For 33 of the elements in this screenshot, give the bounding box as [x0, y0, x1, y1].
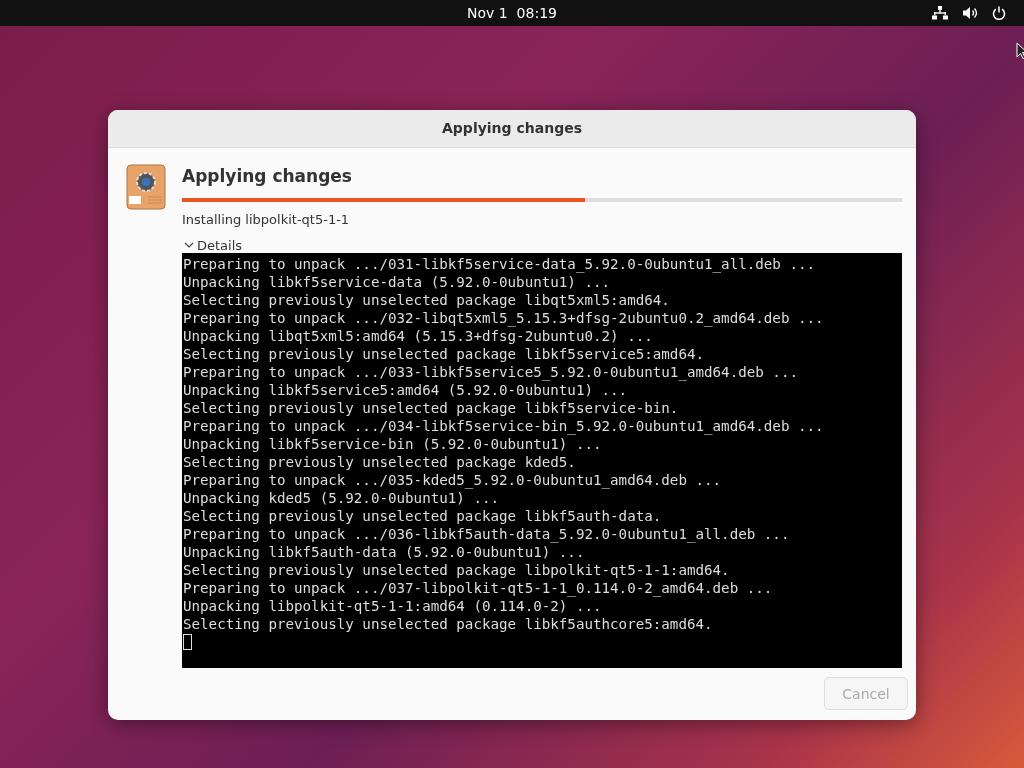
terminal-line: Unpacking kded5 (5.92.0-0ubuntu1) ...: [183, 489, 501, 507]
terminal-line: Selecting previously unselected package kded5.: [183, 452, 577, 471]
terminal-line: Preparing to unpack .../036-libkf5auth-data_5.92.0-0ubuntu1_all.deb ...: [183, 524, 791, 543]
window-title: Applying changes: [442, 120, 582, 137]
terminal-line: Preparing to unpack .../037-libpolkit-qt5-1-1_0.114.0-2_amd64.deb ...: [183, 578, 774, 597]
package-icon: [126, 163, 166, 210]
power-icon[interactable]: [992, 6, 1006, 20]
mouse-pointer-icon: [1016, 42, 1024, 59]
terminal-line: Preparing to unpack .../031-libkf5service-data_5.92.0-0ubuntu1_all.deb ...: [183, 254, 817, 273]
status-text: Installing libpolkit-qt5-1-1: [182, 211, 351, 227]
terminal-line: Selecting previously unselected package libkf5service-bin.: [183, 398, 680, 417]
terminal-line: Unpacking libqt5xml5:amd64 (5.15.3+dfsg-2ubuntu0.2) ...: [183, 327, 654, 345]
details-expander[interactable]: Details: [182, 237, 243, 253]
terminal-line: Unpacking libkf5auth-data (5.92.0-0ubuntu1) ...: [183, 543, 586, 561]
terminal-line: Unpacking libpolkit-qt5-1-1:amd64 (0.114.0-2) ...: [183, 597, 603, 615]
terminal-line: Unpacking libkf5service-bin (5.92.0-0ubuntu1) ...: [183, 435, 603, 453]
terminal-line: Preparing to unpack .../034-libkf5service-bin_5.92.0-0ubuntu1_amd64.deb ...: [183, 416, 825, 435]
terminal-line: Selecting previously unselected package libkf5service5:amd64.: [183, 344, 706, 363]
clock[interactable]: Nov 1 08:19: [467, 5, 557, 21]
terminal-line: Selecting previously unselected package libpolkit-qt5-1-1:amd64.: [183, 560, 731, 579]
dialog-heading: Applying changes: [182, 165, 353, 188]
terminal-line: Preparing to unpack .../033-libkf5service5_5.92.0-0ubuntu1_amd64.deb ...: [183, 362, 799, 381]
speaker-icon[interactable]: [962, 6, 978, 20]
terminal-line: Selecting previously unselected package libkf5auth-data.: [183, 506, 663, 525]
terminal-line: Preparing to unpack .../035-kded5_5.92.0-0ubuntu1_amd64.deb ...: [183, 470, 723, 489]
terminal-line: Preparing to unpack .../032-libqt5xml5_5.15.3+dfsg-2ubuntu0.2_amd64.deb ...: [183, 308, 825, 327]
terminal-cursor: [183, 633, 192, 650]
network-icon[interactable]: [932, 6, 948, 20]
terminal-line: Selecting previously unselected package libqt5xml5:amd64.: [183, 290, 671, 309]
chevron-icon: [184, 241, 194, 250]
terminal-line: Unpacking libkf5service-data (5.92.0-0ubuntu1) ...: [183, 273, 612, 291]
terminal-line: Unpacking libkf5service5:amd64 (5.92.0-0ubuntu1) ...: [183, 381, 629, 399]
terminal-line: Selecting previously unselected package libkf5authcore5:amd64.: [183, 614, 714, 633]
